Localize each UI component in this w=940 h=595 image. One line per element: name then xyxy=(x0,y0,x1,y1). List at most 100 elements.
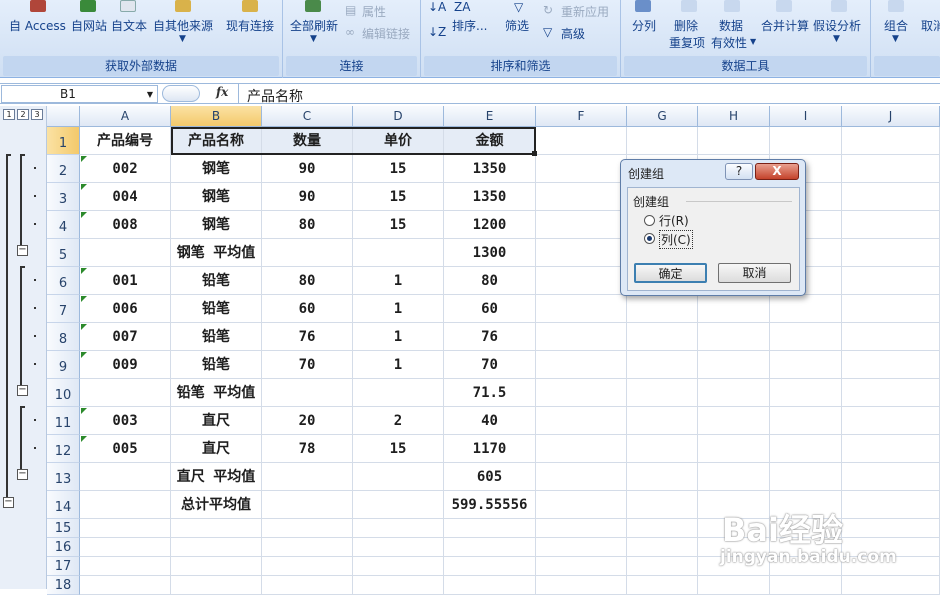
cell-e6[interactable]: 80 xyxy=(444,267,536,295)
from-access-button[interactable]: 自 Access xyxy=(9,17,66,34)
column-header-d[interactable]: D xyxy=(353,106,444,127)
text-to-columns-button[interactable]: 分列 xyxy=(632,17,656,34)
select-all-button[interactable] xyxy=(47,106,80,127)
cell-c18[interactable] xyxy=(262,576,353,595)
cell-i10[interactable] xyxy=(770,379,842,407)
fx-icon[interactable]: fx xyxy=(216,85,228,99)
cell-b13[interactable]: 直尺 平均值 xyxy=(171,463,262,491)
cell-j7[interactable] xyxy=(842,295,940,323)
cell-b14[interactable]: 总计平均值 xyxy=(171,491,262,519)
cell-f9[interactable] xyxy=(536,351,627,379)
properties-button[interactable]: 属性 xyxy=(362,3,386,20)
cell-i11[interactable] xyxy=(770,407,842,435)
cell-g11[interactable] xyxy=(627,407,698,435)
cell-b15[interactable] xyxy=(171,519,262,538)
row-header-11[interactable]: 11 xyxy=(47,407,80,435)
cell-d18[interactable] xyxy=(353,576,444,595)
cell-f6[interactable] xyxy=(536,267,627,295)
cell-c12[interactable]: 78 xyxy=(262,435,353,463)
cell-h11[interactable] xyxy=(698,407,770,435)
cell-e8[interactable]: 76 xyxy=(444,323,536,351)
cell-j14[interactable] xyxy=(842,491,940,519)
row-header-3[interactable]: 3 xyxy=(47,183,80,211)
cell-b7[interactable]: 铅笔 xyxy=(171,295,262,323)
cell-d5[interactable] xyxy=(353,239,444,267)
column-header-i[interactable]: I xyxy=(770,106,842,127)
cell-a12[interactable]: 005 xyxy=(80,435,171,463)
cell-e15[interactable] xyxy=(444,519,536,538)
cell-c6[interactable]: 80 xyxy=(262,267,353,295)
chevron-down-icon[interactable]: ▼ xyxy=(147,86,153,103)
cell-a16[interactable] xyxy=(80,538,171,557)
refresh-all-button[interactable]: 全部刷新 xyxy=(290,17,338,34)
cell-j4[interactable] xyxy=(842,211,940,239)
cell-d4[interactable]: 15 xyxy=(353,211,444,239)
cell-f16[interactable] xyxy=(536,538,627,557)
cell-a10[interactable] xyxy=(80,379,171,407)
reapply-button[interactable]: 重新应用 xyxy=(561,3,609,20)
cell-c16[interactable] xyxy=(262,538,353,557)
close-icon[interactable]: X xyxy=(755,163,799,180)
cell-e14[interactable]: 599.55556 xyxy=(444,491,536,519)
cell-j1[interactable] xyxy=(842,127,940,155)
cell-g12[interactable] xyxy=(627,435,698,463)
formula-input[interactable]: 产品名称 xyxy=(247,86,303,106)
cell-f17[interactable] xyxy=(536,557,627,576)
cell-f8[interactable] xyxy=(536,323,627,351)
cell-i9[interactable] xyxy=(770,351,842,379)
collapse-group3-button[interactable]: − xyxy=(17,469,28,480)
row-header-8[interactable]: 8 xyxy=(47,323,80,351)
cell-b17[interactable] xyxy=(171,557,262,576)
cell-d11[interactable]: 2 xyxy=(353,407,444,435)
ok-button[interactable]: 确定 xyxy=(634,263,707,283)
cell-a2[interactable]: 002 xyxy=(80,155,171,183)
cell-g13[interactable] xyxy=(627,463,698,491)
cell-d8[interactable]: 1 xyxy=(353,323,444,351)
data-validation-line2[interactable]: 有效性 xyxy=(711,34,747,51)
from-web-button[interactable]: 自网站 xyxy=(71,17,107,34)
advanced-filter-button[interactable]: 高级 xyxy=(561,25,585,42)
cell-g14[interactable] xyxy=(627,491,698,519)
row-header-13[interactable]: 13 xyxy=(47,463,80,491)
cell-f14[interactable] xyxy=(536,491,627,519)
ungroup-button[interactable]: 取消 xyxy=(921,17,940,34)
column-option-label[interactable]: 列(C) xyxy=(659,230,693,249)
cell-h13[interactable] xyxy=(698,463,770,491)
cell-d7[interactable]: 1 xyxy=(353,295,444,323)
cell-e7[interactable]: 60 xyxy=(444,295,536,323)
cell-e12[interactable]: 1170 xyxy=(444,435,536,463)
cell-e11[interactable]: 40 xyxy=(444,407,536,435)
cell-a7[interactable]: 006 xyxy=(80,295,171,323)
data-validation-line1[interactable]: 数据 xyxy=(719,17,743,34)
cell-g8[interactable] xyxy=(627,323,698,351)
row-header-7[interactable]: 7 xyxy=(47,295,80,323)
cell-a17[interactable] xyxy=(80,557,171,576)
cell-c13[interactable] xyxy=(262,463,353,491)
column-header-f[interactable]: F xyxy=(536,106,627,127)
cell-b11[interactable]: 直尺 xyxy=(171,407,262,435)
cell-j10[interactable] xyxy=(842,379,940,407)
cell-e16[interactable] xyxy=(444,538,536,557)
cell-f4[interactable] xyxy=(536,211,627,239)
row-radio[interactable] xyxy=(644,215,655,226)
row-header-6[interactable]: 6 xyxy=(47,267,80,295)
cell-e9[interactable]: 70 xyxy=(444,351,536,379)
cell-e4[interactable]: 1200 xyxy=(444,211,536,239)
cell-h7[interactable] xyxy=(698,295,770,323)
cell-g15[interactable] xyxy=(627,519,698,538)
outline-level-2-button[interactable]: 2 xyxy=(17,109,29,120)
cell-f12[interactable] xyxy=(536,435,627,463)
cell-d10[interactable] xyxy=(353,379,444,407)
cell-b18[interactable] xyxy=(171,576,262,595)
cell-d3[interactable]: 15 xyxy=(353,183,444,211)
cell-i12[interactable] xyxy=(770,435,842,463)
cell-h10[interactable] xyxy=(698,379,770,407)
cell-c11[interactable]: 20 xyxy=(262,407,353,435)
collapse-group2-button[interactable]: − xyxy=(17,385,28,396)
cell-g7[interactable] xyxy=(627,295,698,323)
cell-a14[interactable] xyxy=(80,491,171,519)
cell-b4[interactable]: 钢笔 xyxy=(171,211,262,239)
cell-a15[interactable] xyxy=(80,519,171,538)
cell-g9[interactable] xyxy=(627,351,698,379)
column-header-c[interactable]: C xyxy=(262,106,353,127)
